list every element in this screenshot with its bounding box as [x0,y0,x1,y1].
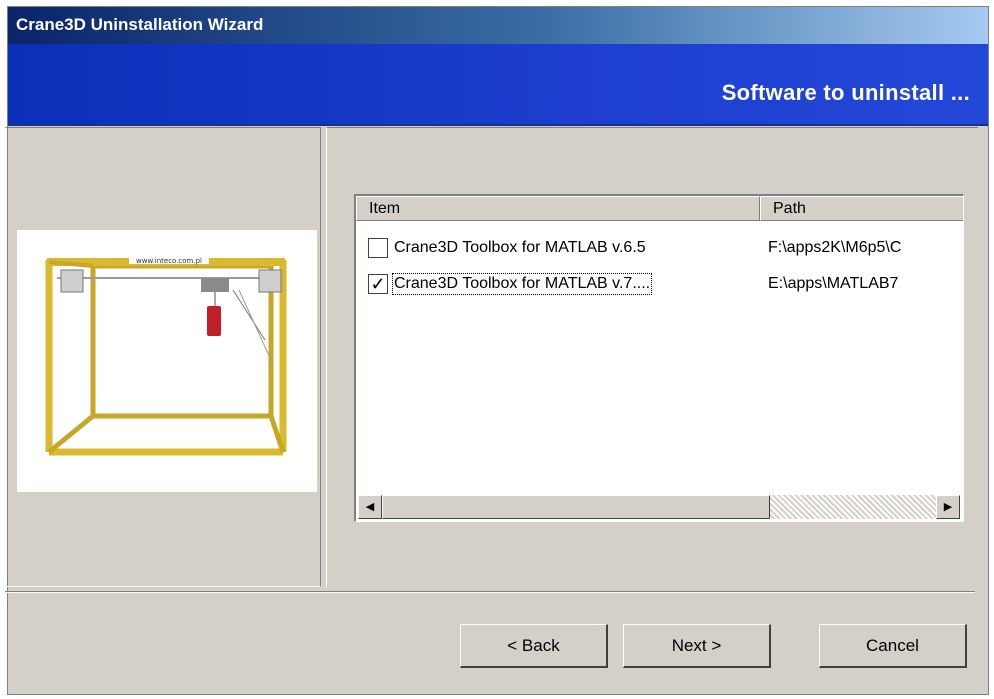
header-banner: Software to uninstall ... [8,44,988,126]
scroll-left-button[interactable]: ◀ [358,495,382,519]
column-header-item[interactable]: Item [356,196,760,221]
title-bar[interactable]: Crane3D Uninstallation Wizard [8,7,988,44]
row-checkbox[interactable]: ✓ [368,274,388,294]
column-header-path[interactable]: Path [760,196,963,221]
horizontal-scrollbar[interactable]: ◀ ▶ [358,495,960,519]
software-list[interactable]: Item Path Crane3D Toolbox for MATLAB v.6… [354,194,964,522]
page-heading: Software to uninstall ... [721,80,970,105]
scroll-track[interactable] [770,495,936,519]
list-row[interactable]: Crane3D Toolbox for MATLAB v.6.5 F:\apps… [356,234,963,262]
cancel-button[interactable]: Cancel [819,624,967,668]
row-item-path: F:\apps2K\M6p5\C [768,239,902,256]
crane-image: www.inteco.com.pl [45,256,287,456]
row-item-path: E:\apps\MATLAB7 [768,275,899,292]
row-checkbox[interactable] [368,238,388,258]
list-row[interactable]: ✓ Crane3D Toolbox for MATLAB v.7.... E:\… [356,270,963,298]
scroll-right-button[interactable]: ▶ [936,495,960,519]
footer-divider [5,591,975,593]
crane-illustration: www.inteco.com.pl [17,230,317,492]
window-title: Crane3D Uninstallation Wizard [16,15,264,34]
brand-caption: www.inteco.com.pl [136,257,202,265]
row-item-name: Crane3D Toolbox for MATLAB v.6.5 [394,239,646,256]
list-header: Item Path [356,196,963,221]
next-button[interactable]: Next > [623,624,771,668]
checkmark-icon: ✓ [370,274,386,294]
arrow-right-icon: ▶ [943,501,953,513]
row-item-name: Crane3D Toolbox for MATLAB v.7.... [391,273,653,295]
scroll-thumb[interactable] [382,495,770,519]
back-button[interactable]: < Back [460,624,608,668]
arrow-left-icon: ◀ [365,501,375,513]
